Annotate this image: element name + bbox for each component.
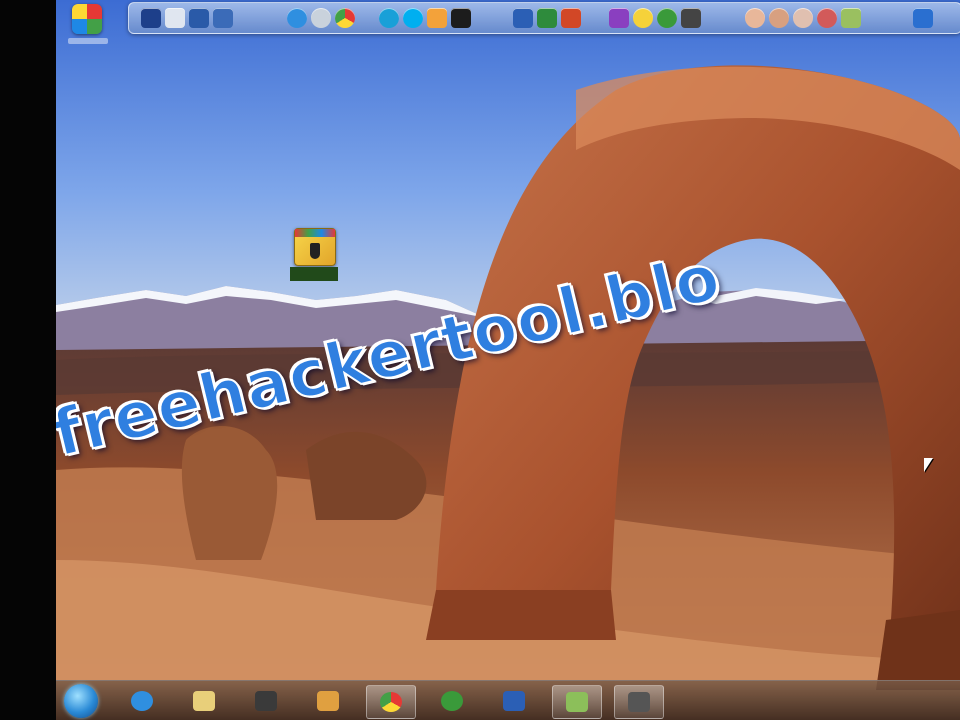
media-player-icon (317, 691, 339, 711)
screen: freehackertool.blo (0, 0, 960, 720)
play-icon[interactable] (451, 8, 471, 28)
app-icon (72, 4, 102, 34)
taskbar-item[interactable] (428, 685, 476, 717)
internet-explorer-icon[interactable] (287, 8, 307, 28)
taskbar-item[interactable] (552, 685, 602, 719)
globe-icon[interactable] (311, 8, 331, 28)
avatar-4-icon[interactable] (817, 8, 837, 28)
avatar-3-icon[interactable] (793, 8, 813, 28)
left-black-border (0, 0, 56, 720)
mouse-cursor-icon (924, 458, 933, 472)
top-dock (128, 2, 960, 34)
taskbar-item[interactable] (118, 685, 166, 717)
camera-icon[interactable] (681, 8, 701, 28)
taskbar-item[interactable] (366, 685, 416, 719)
photo-icon[interactable] (841, 8, 861, 28)
tool-icon (294, 228, 336, 266)
hack-tool-app-icon[interactable] (284, 228, 344, 288)
desktop-shortcut-top-left[interactable] (68, 4, 108, 46)
internet-explorer-icon (131, 691, 153, 711)
image-viewer-icon (566, 692, 588, 712)
taskbar-item[interactable] (614, 685, 664, 719)
messenger-icon[interactable] (609, 8, 629, 28)
taskbar-item[interactable] (304, 685, 352, 717)
photoshop-icon[interactable] (913, 8, 933, 28)
taskbar (56, 680, 960, 720)
desktop[interactable]: freehackertool.blo (56, 0, 960, 720)
camera-icon (255, 691, 277, 711)
taskbar-item[interactable] (242, 685, 290, 717)
tool-icon-label (290, 267, 338, 281)
app-icon (628, 692, 650, 712)
folder-icon[interactable] (165, 8, 185, 28)
shortcut-label (68, 38, 108, 44)
avatar-1-icon[interactable] (745, 8, 765, 28)
chrome-icon (380, 692, 402, 712)
chrome-icon[interactable] (335, 8, 355, 28)
media-player-icon[interactable] (427, 8, 447, 28)
utorrent-icon (441, 691, 463, 711)
start-button[interactable] (64, 684, 98, 718)
network-icon[interactable] (189, 8, 209, 28)
connection-icon[interactable] (379, 8, 399, 28)
word-icon (503, 691, 525, 711)
excel-icon[interactable] (537, 8, 557, 28)
powerpoint-icon[interactable] (561, 8, 581, 28)
taskbar-item[interactable] (180, 685, 228, 717)
user-icon[interactable] (141, 8, 161, 28)
word-icon[interactable] (513, 8, 533, 28)
media-icon[interactable] (213, 8, 233, 28)
smiley-icon[interactable] (633, 8, 653, 28)
taskbar-item[interactable] (490, 685, 538, 717)
skype-icon[interactable] (403, 8, 423, 28)
folder-icon (193, 691, 215, 711)
utorrent-icon[interactable] (657, 8, 677, 28)
avatar-2-icon[interactable] (769, 8, 789, 28)
